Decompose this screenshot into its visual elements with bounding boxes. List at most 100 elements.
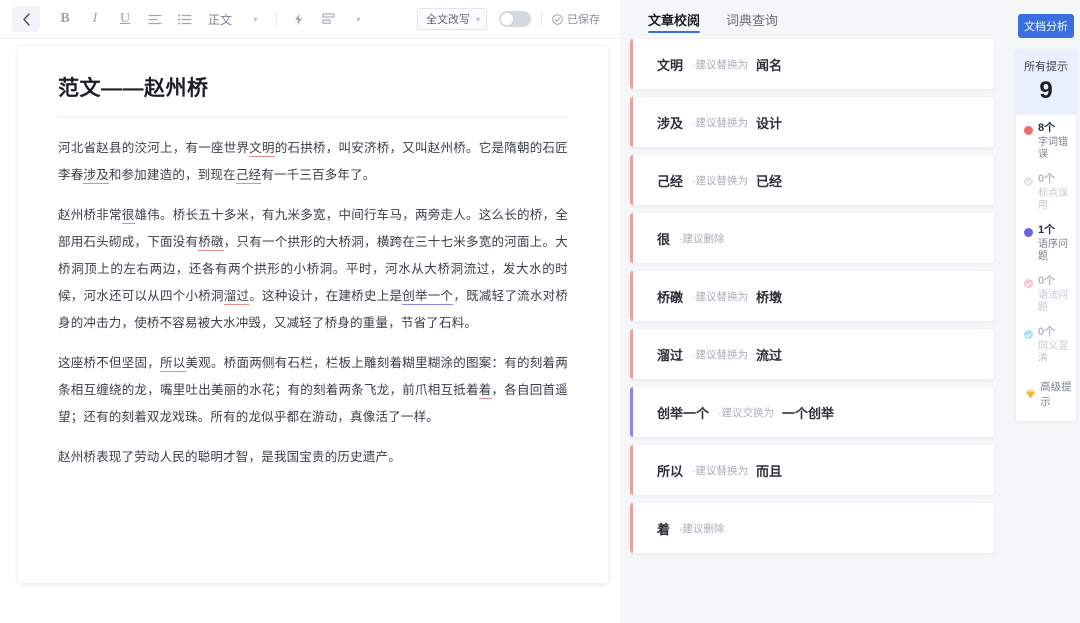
- highlight-icon[interactable]: [287, 7, 309, 31]
- suggestion-target: 而且: [756, 461, 782, 480]
- paragraph-text: 和参加建造的，到现在: [109, 168, 236, 182]
- suggestion-action: ·建议替换为: [692, 57, 748, 72]
- category-item[interactable]: 0个同义混淆: [1016, 319, 1076, 370]
- category-item[interactable]: 0个语法问题: [1016, 268, 1076, 319]
- chevron-down-icon[interactable]: ▾: [244, 7, 266, 31]
- category-label: 语序问题: [1038, 239, 1076, 263]
- bullet-list-icon[interactable]: [174, 7, 196, 31]
- inline-error-word[interactable]: 很: [122, 208, 135, 224]
- suggestion-source: 涉及: [657, 113, 683, 132]
- editor-toolbar: B I U: [0, 0, 620, 39]
- suggestion-card[interactable]: 己经·建议替换为已经: [630, 155, 994, 205]
- inline-error-word[interactable]: 溜过: [224, 289, 250, 305]
- gem-icon: [1025, 388, 1036, 400]
- suggestion-action: ·建议删除: [679, 231, 725, 246]
- toggle-knob: [501, 13, 513, 25]
- document-analysis-button[interactable]: 文档分析: [1018, 14, 1074, 38]
- align-left-icon[interactable]: [144, 7, 166, 31]
- advanced-hints-item[interactable]: 高级提示: [1016, 370, 1076, 413]
- suggestion-action: ·建议替换为: [692, 347, 748, 362]
- category-label: 同义混淆: [1038, 341, 1076, 365]
- paragraph-text: 有一千三百多年了。: [261, 168, 375, 182]
- suggestion-action: ·建议替换为: [692, 463, 748, 478]
- category-text: 0个标点误用: [1038, 173, 1076, 212]
- bold-button[interactable]: B: [54, 7, 76, 31]
- suggestion-card[interactable]: 所以·建议替换为而且: [630, 445, 994, 495]
- category-text: 8个字词错误: [1038, 122, 1076, 161]
- editor-column: B I U: [0, 0, 620, 623]
- app-root: B I U: [0, 0, 1080, 623]
- category-text: 0个同义混淆: [1038, 326, 1076, 365]
- save-status-label: 已保存: [567, 11, 600, 27]
- italic-button[interactable]: I: [84, 7, 106, 31]
- category-dot-icon: [1024, 279, 1033, 288]
- paragraph-text: 河北省赵县的洨河上，有一座世界: [58, 141, 249, 155]
- document-paragraph: 河北省赵县的洨河上，有一座世界文明的石拱桥，叫安济桥，又叫赵州桥。它是隋朝的石匠…: [58, 135, 568, 189]
- suggestion-card[interactable]: 桥礅·建议替换为桥墩: [630, 271, 994, 321]
- category-item[interactable]: 1个语序问题: [1016, 217, 1076, 268]
- category-text: 1个语序问题: [1038, 224, 1076, 263]
- text-style-select[interactable]: 正文: [204, 7, 236, 31]
- inline-error-word[interactable]: 己经: [236, 168, 261, 184]
- rewrite-label: 全文改写: [426, 11, 470, 27]
- tab-proofread[interactable]: 文章校阅: [648, 0, 700, 39]
- document-paragraph: 这座桥不但坚固，所以美观。桥面两侧有石栏，栏板上雕刻着糊里糊涂的图案：有的刻着两…: [58, 350, 568, 431]
- toolbar-right-group: 全文改写 ▾ 已保存: [417, 8, 608, 30]
- document-paragraph: 赵州桥表现了劳动人民的聪明才智，是我国宝贵的历史遗产。: [58, 444, 568, 471]
- category-count: 0个: [1038, 275, 1076, 287]
- suggestion-card[interactable]: 着 ·建议删除: [630, 503, 994, 553]
- suggestion-source: 创举一个: [657, 403, 709, 422]
- category-count: 0个: [1038, 326, 1076, 338]
- suggestion-action: ·建议替换为: [692, 173, 748, 188]
- document-page[interactable]: 范文——赵州桥 河北省赵县的洨河上，有一座世界文明的石拱桥，叫安济桥，又叫赵州桥…: [18, 46, 608, 583]
- chevron-left-icon: [22, 13, 31, 26]
- inline-order-error[interactable]: 创举一个: [402, 289, 453, 305]
- category-label: 字词错误: [1038, 137, 1076, 161]
- category-dot-icon: [1024, 330, 1033, 339]
- rewrite-select[interactable]: 全文改写 ▾: [417, 8, 487, 30]
- category-dot-icon: [1024, 228, 1033, 237]
- document-title: 范文——赵州桥: [58, 72, 568, 117]
- suggestion-action: ·建议删除: [679, 521, 725, 536]
- toolbar-divider: [276, 12, 277, 26]
- suggestion-card[interactable]: 创举一个·建议交换为一个创举: [630, 387, 994, 437]
- document-body[interactable]: 河北省赵县的洨河上，有一座世界文明的石拱桥，叫安济桥，又叫赵州桥。它是隋朝的石匠…: [58, 135, 568, 471]
- clear-format-icon[interactable]: [317, 7, 339, 31]
- chevron-down-icon-2[interactable]: ▾: [347, 7, 369, 31]
- document-paragraph: 赵州桥非常很雄伟。桥长五十多米，有九米多宽，中间行车马，两旁走人。这么长的桥，全…: [58, 202, 568, 337]
- panel-tabs: 文章校阅词典查询: [628, 0, 994, 39]
- inline-error-word[interactable]: 着: [479, 383, 492, 399]
- suggestion-card[interactable]: 很·建议删除: [630, 213, 994, 263]
- category-dot-icon: [1024, 177, 1033, 186]
- inline-error-word[interactable]: 涉及: [83, 168, 108, 184]
- category-item[interactable]: 8个字词错误: [1016, 115, 1076, 166]
- analysis-sidebar: 文档分析 所有提示 9 8个字词错误0个标点误用1个语序问题0个语法问题0个同义…: [1012, 0, 1080, 623]
- paragraph-text: 赵州桥非常: [58, 208, 122, 222]
- category-item[interactable]: 0个标点误用: [1016, 166, 1076, 217]
- inline-error-word[interactable]: 文明: [249, 141, 275, 157]
- category-count: 8个: [1038, 122, 1076, 134]
- category-count: 0个: [1038, 173, 1076, 185]
- suggestion-source: 着: [657, 519, 670, 538]
- hints-summary-card: 所有提示 9 8个字词错误0个标点误用1个语序问题0个语法问题0个同义混淆 高级…: [1016, 49, 1076, 421]
- paragraph-text: 这座桥不但坚固，: [58, 356, 160, 370]
- suggestions-column: 文章校阅词典查询 文明·建议替换为闻名涉及·建议替换为设计己经·建议替换为已经很…: [620, 0, 1012, 623]
- check-circle-icon: [552, 14, 563, 25]
- suggestion-action: ·建议替换为: [692, 115, 748, 130]
- suggestion-target: 一个创举: [782, 403, 834, 422]
- suggestion-card[interactable]: 溜过·建议替换为流过: [630, 329, 994, 379]
- suggestion-card[interactable]: 文明·建议替换为闻名: [630, 39, 994, 89]
- save-status: 已保存: [552, 11, 600, 27]
- hints-summary-count: 9: [1016, 77, 1076, 105]
- back-button[interactable]: [12, 6, 40, 32]
- chevron-down-icon-3: ▾: [476, 15, 480, 24]
- rewrite-toggle[interactable]: [499, 11, 531, 27]
- tab-dictionary[interactable]: 词典查询: [726, 0, 778, 39]
- category-text: 0个语法问题: [1038, 275, 1076, 314]
- inline-error-word[interactable]: 桥礅: [198, 235, 224, 251]
- suggestion-card[interactable]: 涉及·建议替换为设计: [630, 97, 994, 147]
- toolbar-divider-2: [541, 12, 542, 26]
- inline-error-word[interactable]: 所以: [160, 356, 186, 372]
- underline-button[interactable]: U: [114, 7, 136, 31]
- suggestion-target: 闻名: [756, 55, 782, 74]
